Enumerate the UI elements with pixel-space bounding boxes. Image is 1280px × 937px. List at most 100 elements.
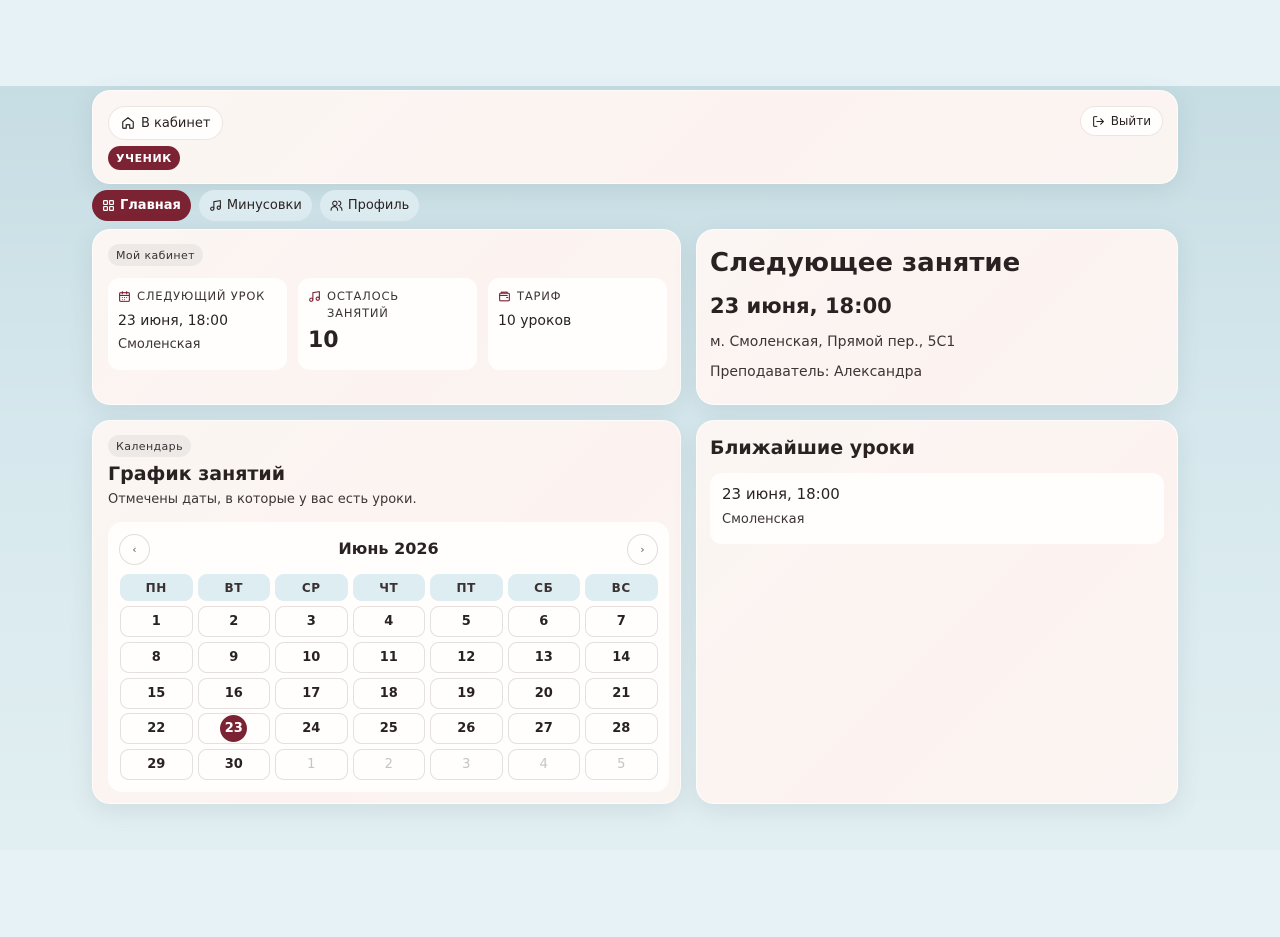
calendar-day-number: 7 <box>616 614 626 629</box>
calendar-day[interactable]: 19 <box>430 677 503 709</box>
weekday-label: ПТ <box>430 574 503 601</box>
my-cabinet-chip: Мой кабинет <box>108 244 203 266</box>
calendar-day[interactable]: 10 <box>275 641 348 673</box>
calendar-icon <box>118 290 131 303</box>
next-session-title: Следующее занятие <box>710 248 1021 278</box>
calendar-day[interactable]: 2 <box>197 606 270 637</box>
weekday-label: ВС <box>585 574 658 601</box>
calendar-day-outside[interactable]: 2 <box>352 749 425 781</box>
calendar-day[interactable]: 15 <box>120 677 193 709</box>
calendar-day[interactable]: 22 <box>120 713 193 745</box>
calendar-day[interactable]: 11 <box>352 641 425 673</box>
tariff-stat-label: ТАРИФ <box>517 289 562 303</box>
calendar-day-number: 4 <box>539 757 548 773</box>
calendar-day[interactable]: 29 <box>120 749 193 781</box>
calendar-day[interactable]: 26 <box>430 713 503 745</box>
calendar-day-outside[interactable]: 3 <box>430 749 503 781</box>
calendar-day[interactable]: 25 <box>352 713 425 745</box>
calendar-day-number: 19 <box>457 685 476 701</box>
calendar-day[interactable]: 8 <box>120 641 193 673</box>
weekday-label: ЧТ <box>352 574 425 601</box>
calendar-day[interactable]: 12 <box>430 641 503 673</box>
weekday-label: ПН <box>120 574 193 601</box>
tab-backing-tracks[interactable]: Минусовки <box>198 190 312 221</box>
calendar-day-number: 13 <box>534 649 553 665</box>
calendar-day-number: 20 <box>534 685 553 701</box>
calendar-day[interactable]: 17 <box>275 677 348 709</box>
upcoming-lesson-place: Смоленская <box>722 512 805 527</box>
my-cabinet-card: Мой кабинет СЛЕДУЮЩИЙ УРОК 23 июня, 18:0… <box>92 229 681 405</box>
calendar-day[interactable]: 1 <box>120 606 193 637</box>
logout-button[interactable]: Выйти <box>1079 106 1163 136</box>
next-month-button[interactable]: › <box>627 534 658 565</box>
calendar-day-number: 4 <box>384 614 394 629</box>
calendar-day[interactable]: 30 <box>197 749 270 781</box>
calendar-day[interactable]: 7 <box>585 606 658 637</box>
calendar-day-number: 3 <box>306 614 316 629</box>
calendar-day-outside[interactable]: 5 <box>585 749 658 781</box>
music-note-icon <box>209 199 222 212</box>
calendar-day-number: 23 <box>220 715 248 743</box>
calendar-day[interactable]: 13 <box>507 641 580 673</box>
remaining-stat-label-line2: ЗАНЯТИЙ <box>327 306 389 320</box>
calendar-day[interactable]: 16 <box>197 677 270 709</box>
calendar-day-number: 14 <box>612 649 631 665</box>
calendar-day-number: 16 <box>224 685 243 701</box>
calendar-card: Календарь График занятий Отмечены даты, … <box>92 420 681 804</box>
calendar-day-number: 5 <box>617 757 626 773</box>
calendar-day-marked[interactable]: 23 <box>197 713 270 745</box>
next-session-teacher: Преподаватель: Александра <box>710 364 923 380</box>
tariff-stat: ТАРИФ 10 уроков <box>488 278 667 370</box>
calendar-day[interactable]: 3 <box>275 606 348 637</box>
calendar-day-number: 26 <box>457 721 476 737</box>
calendar-day[interactable]: 4 <box>352 606 425 637</box>
cabinet-button[interactable]: В кабинет <box>108 106 224 140</box>
wallet-icon <box>498 290 511 303</box>
next-session-address: м. Смоленская, Прямой пер., 5С1 <box>710 334 956 350</box>
calendar-day-number: 1 <box>151 614 161 629</box>
upcoming-lessons-card: Ближайшие уроки 23 июня, 18:00 Смоленска… <box>696 420 1178 804</box>
calendar-day-number: 15 <box>147 685 166 701</box>
calendar-day-number: 10 <box>302 649 321 665</box>
calendar-day[interactable]: 18 <box>352 677 425 709</box>
upcoming-lesson-item[interactable]: 23 июня, 18:00 Смоленская <box>710 473 1164 544</box>
calendar-day-outside[interactable]: 1 <box>275 749 348 781</box>
tab-main-label: Главная <box>120 198 181 213</box>
next-lesson-stat-label: СЛЕДУЮЩИЙ УРОК <box>137 289 266 303</box>
calendar-day[interactable]: 24 <box>275 713 348 745</box>
tab-profile[interactable]: Профиль <box>319 190 420 221</box>
calendar-day[interactable]: 20 <box>507 677 580 709</box>
calendar-day[interactable]: 28 <box>585 713 658 745</box>
calendar-day-number: 21 <box>612 685 631 701</box>
calendar-day-number: 18 <box>379 685 398 701</box>
calendar-description: Отмечены даты, в которые у вас есть урок… <box>108 492 417 507</box>
role-badge: УЧЕНИК <box>108 146 180 170</box>
tab-main[interactable]: Главная <box>92 190 191 221</box>
remaining-lessons-stat: ОСТАЛОСЬ ЗАНЯТИЙ 10 <box>298 278 477 370</box>
next-session-date: 23 июня, 18:00 <box>710 294 892 318</box>
calendar-day-outside[interactable]: 4 <box>507 749 580 781</box>
calendar-day[interactable]: 14 <box>585 641 658 673</box>
weekday-label: СР <box>275 574 348 601</box>
chevron-right-icon: › <box>640 543 645 556</box>
weekday-label: СБ <box>507 574 580 601</box>
tariff-stat-value: 10 уроков <box>498 313 572 329</box>
month-label: Июнь 2026 <box>338 539 439 558</box>
calendar-day[interactable]: 27 <box>507 713 580 745</box>
cabinet-button-label: В кабинет <box>141 115 211 131</box>
next-session-card: Следующее занятие 23 июня, 18:00 м. Смол… <box>696 229 1178 405</box>
remaining-stat-label-line1: ОСТАЛОСЬ <box>327 289 399 303</box>
calendar-day-number: 1 <box>307 757 316 773</box>
tab-profile-label: Профиль <box>347 198 410 213</box>
music-note-icon <box>308 290 321 303</box>
calendar-day-number: 8 <box>151 649 161 665</box>
calendar-day[interactable]: 5 <box>430 606 503 637</box>
users-icon <box>330 199 343 212</box>
calendar-day-number: 29 <box>147 757 166 773</box>
tab-backing-tracks-label: Минусовки <box>226 198 302 213</box>
calendar-day[interactable]: 9 <box>197 641 270 673</box>
home-icon <box>121 116 135 130</box>
calendar-day[interactable]: 6 <box>507 606 580 637</box>
calendar-day[interactable]: 21 <box>585 677 658 709</box>
next-lesson-stat-place: Смоленская <box>118 337 201 352</box>
